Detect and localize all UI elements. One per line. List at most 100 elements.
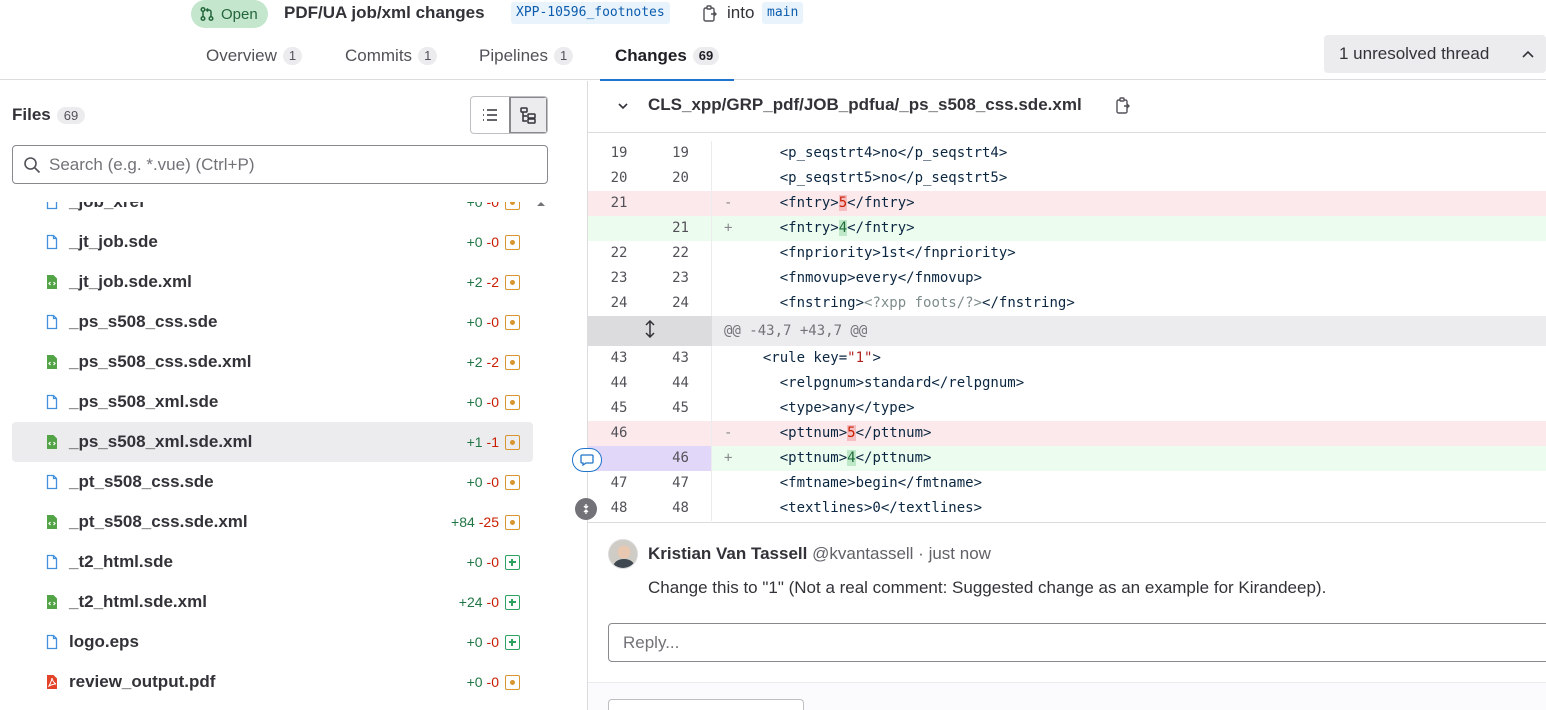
file-tree-item[interactable]: review_output.pdf +0 -0 [12, 662, 533, 702]
tab-commits[interactable]: Commits 1 [345, 32, 438, 80]
file-name: _jt_job.sde.xml [69, 272, 192, 291]
comment-bubble-icon[interactable] [572, 448, 602, 472]
search-input[interactable] [49, 154, 529, 175]
code-text: </fntry> [847, 220, 915, 236]
file-search[interactable] [12, 145, 548, 184]
old-line-number[interactable]: 47 [588, 471, 650, 496]
code-line: <type>any</type> [712, 396, 1546, 421]
avatar[interactable] [608, 539, 638, 569]
old-line-number[interactable]: 19 [588, 141, 650, 166]
new-line-number[interactable]: 24 [650, 291, 712, 316]
new-line-number[interactable]: 20 [650, 166, 712, 191]
old-line-number[interactable]: 24 [588, 291, 650, 316]
tab-changes[interactable]: Changes 69 [599, 32, 735, 81]
old-line-number[interactable]: 46 [588, 421, 650, 446]
diff-line: 20 20 <p_seqstrt5>no</p_seqstrt5> [588, 166, 1546, 191]
file-tree-item[interactable]: _pt_s508_css.sde +0 -0 [12, 462, 533, 502]
file-tree-item[interactable]: _ps_s508_css.sde +0 -0 [12, 302, 533, 342]
source-branch-link[interactable]: XPP-10596_footnotes [511, 2, 670, 24]
code-text: <fntry> [746, 195, 839, 211]
tree-view-button[interactable] [508, 97, 547, 133]
file-tree-item[interactable]: _t2_html.sde +0 -0 [12, 542, 533, 582]
tab-label: Commits [345, 46, 413, 65]
diff-file-header: CLS_xpp/GRP_pdf/JOB_pdfua/_ps_s508_css.s… [588, 81, 1546, 133]
file-tree-item[interactable]: _jt_job.sde +0 -0 [12, 222, 533, 262]
diff-line: 22 22 <fnpriority>1st</fnpriority> [588, 241, 1546, 266]
file-tree-item[interactable]: logo.eps +0 -0 [12, 622, 533, 662]
file-tree-item[interactable]: _ps_s508_xml.sde +0 -0 [12, 382, 533, 422]
new-line-number[interactable]: 43 [650, 346, 712, 371]
file-icon [44, 634, 60, 650]
new-line-number[interactable]: 48 [650, 496, 712, 521]
old-line-number[interactable]: 48 [588, 496, 650, 521]
file-icon [44, 314, 60, 330]
search-icon [24, 156, 41, 173]
xml-file-icon [44, 594, 60, 610]
file-name: _ps_s508_xml.sde.xml [69, 432, 253, 451]
code-text: > [872, 350, 881, 366]
old-line-number[interactable]: 45 [588, 396, 650, 421]
resolve-thread-button[interactable] [608, 699, 804, 710]
new-line-number[interactable]: 23 [650, 266, 712, 291]
old-line-number[interactable]: 44 [588, 371, 650, 396]
file-browser-sidebar: Files 69 _job_xref+0-0_jt_job.sde+0-0_jt… [0, 81, 588, 710]
collapse-thread-icon[interactable] [575, 498, 597, 520]
file-tree-item[interactable]: _ps_s508_xml.sde.xml +1 -1 [12, 422, 533, 462]
new-line-number[interactable]: 19 [650, 141, 712, 166]
new-line-number[interactable] [650, 421, 712, 446]
lines-added: +0 [466, 314, 483, 330]
file-tree-item[interactable]: _jt_job.sde.xml +2 -2 [12, 262, 533, 302]
tab-pipelines[interactable]: Pipelines 1 [479, 32, 574, 80]
file-name: _job_xref [69, 202, 145, 212]
old-line-number[interactable] [588, 216, 650, 241]
file-tree-item[interactable]: _ps_s508_css.sde.xml +2 -2 [12, 342, 533, 382]
diff-line-added: 21 + <fntry>4</fntry> [588, 216, 1546, 241]
chevron-down-icon[interactable] [616, 99, 630, 113]
tab-count: 1 [418, 47, 438, 65]
old-line-number[interactable]: 21 [588, 191, 650, 216]
file-added-icon [505, 595, 520, 610]
scroll-up-arrow[interactable] [536, 199, 546, 209]
new-line-number[interactable]: 44 [650, 371, 712, 396]
expand-icon [645, 320, 655, 338]
expand-lines-button[interactable] [588, 316, 712, 346]
file-tree-item[interactable]: _t2_html.sde.xml +24 -0 [12, 582, 533, 622]
file-tree-item[interactable]: _pt_s508_css.sde.xml +84 -25 [12, 502, 533, 542]
diff-line: 44 44 <relpgnum>standard</relpgnum> [588, 371, 1546, 396]
lines-added: +0 [466, 394, 483, 410]
tab-overview[interactable]: Overview 1 [206, 32, 303, 80]
comment-body: Change this to "1" (Not a real comment: … [648, 578, 1327, 597]
code-text: <fntry> [746, 220, 839, 236]
lines-added: +0 [466, 634, 483, 650]
author-name[interactable]: Kristian Van Tassell [648, 544, 807, 563]
unresolved-threads-button[interactable]: 1 unresolved thread [1324, 35, 1546, 73]
new-line-number[interactable]: 47 [650, 471, 712, 496]
new-line-number[interactable]: 46 [650, 446, 712, 471]
code-text: </fnstring> [982, 295, 1075, 311]
code-text: <textlines>0</textlines> [746, 500, 983, 516]
hunk-header: @@ -43,7 +43,7 @@ [588, 316, 1546, 346]
code-line: <rule key="1"> [712, 346, 1546, 371]
hunk-text: @@ -43,7 +43,7 @@ [724, 323, 868, 339]
list-view-button[interactable] [471, 97, 509, 133]
copy-branch-icon[interactable] [701, 4, 719, 24]
copy-file-path-icon[interactable] [1114, 96, 1132, 116]
old-line-number[interactable]: 43 [588, 346, 650, 371]
files-count-badge: 69 [56, 106, 86, 124]
reply-field[interactable]: Reply... [608, 623, 1546, 662]
old-line-number[interactable]: 23 [588, 266, 650, 291]
new-line-number[interactable] [650, 191, 712, 216]
new-line-number[interactable]: 22 [650, 241, 712, 266]
diff-line: 48 48 <textlines>0</textlines> [575, 496, 1546, 521]
lines-removed: -1 [486, 434, 499, 450]
code-text: </pttnum> [855, 450, 932, 466]
old-line-number[interactable]: 20 [588, 166, 650, 191]
target-branch-link[interactable]: main [762, 2, 804, 24]
new-line-number[interactable]: 45 [650, 396, 712, 421]
tab-count: 1 [554, 47, 574, 65]
old-line-number[interactable]: 22 [588, 241, 650, 266]
new-line-number[interactable]: 21 [650, 216, 712, 241]
diff-line: 43 43 <rule key="1"> [588, 346, 1546, 371]
file-tree-item[interactable]: _job_xref +0-0 [12, 202, 533, 222]
file-name: _t2_html.sde.xml [69, 592, 207, 611]
